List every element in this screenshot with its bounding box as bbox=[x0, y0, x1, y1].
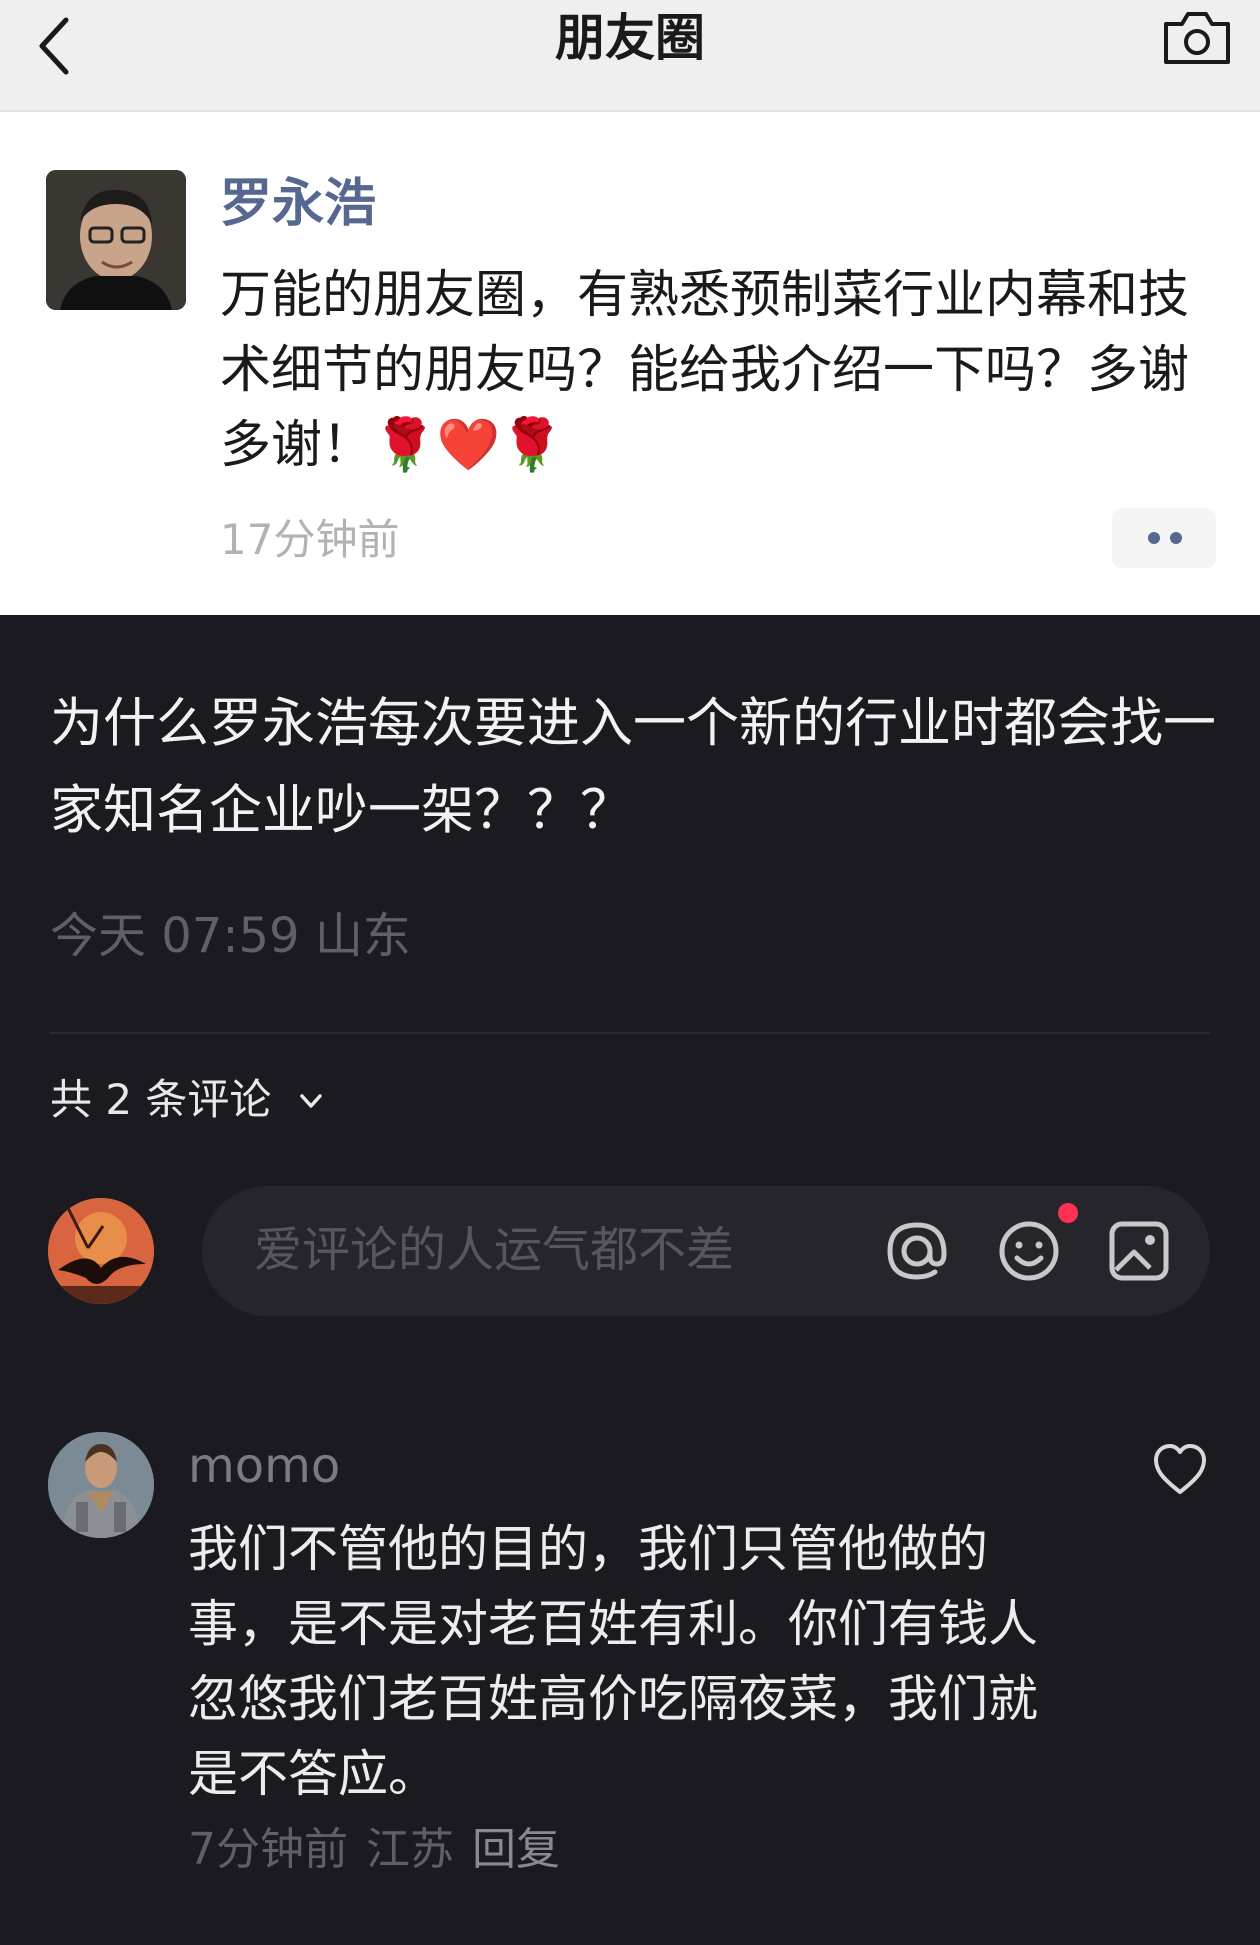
commenter-name[interactable]: momo bbox=[188, 1434, 340, 1498]
comment-input[interactable]: 爱评论的人运气都不差 bbox=[202, 1186, 1210, 1316]
comment-meta: 7分钟前 江苏 回复 bbox=[188, 1820, 560, 1880]
poster-avatar[interactable] bbox=[46, 170, 186, 310]
image-icon[interactable] bbox=[1104, 1216, 1174, 1286]
comment-text: 我们不管他的目的，我们只管他做的事，是不是对老百姓有利。你们有钱人忽悠我们老百姓… bbox=[188, 1520, 1038, 1803]
at-icon[interactable] bbox=[882, 1216, 952, 1286]
moments-nav-bar: 朋友圈 bbox=[0, 0, 1260, 112]
post-time: 17分钟前 bbox=[220, 515, 400, 564]
commenter-avatar[interactable] bbox=[48, 1432, 154, 1538]
smile-icon[interactable] bbox=[994, 1216, 1064, 1286]
more-dots-icon bbox=[1148, 532, 1160, 544]
question-meta: 今天 07:59 山东 bbox=[50, 908, 411, 964]
warrior-avatar-icon bbox=[48, 1432, 154, 1538]
bird-avatar-icon bbox=[48, 1198, 154, 1304]
moments-title: 朋友圈 bbox=[555, 9, 705, 67]
divider bbox=[50, 1032, 1210, 1034]
moments-screenshot: 朋友圈 罗永浩 万能的朋友圈，有熟悉预制菜行业内幕和技术细节的朋友吗？能给我介绍… bbox=[0, 0, 1260, 615]
question-text: 为什么罗永浩每次要进入一个新的行业时都会找一家知名企业吵一架？？？ bbox=[50, 693, 1216, 841]
reply-button[interactable]: 回复 bbox=[472, 1824, 560, 1875]
comment-count[interactable]: 共 2 条评论 bbox=[50, 1070, 271, 1130]
notification-dot bbox=[1058, 1203, 1078, 1223]
comment-input-placeholder: 爱评论的人运气都不差 bbox=[254, 1222, 735, 1278]
more-dots-icon bbox=[1170, 532, 1182, 544]
camera-icon[interactable] bbox=[1160, 8, 1234, 68]
post-text: 万能的朋友圈，有熟悉预制菜行业内幕和技术细节的朋友吗？能给我介绍一下吗？多谢多谢… bbox=[220, 266, 1190, 475]
comment-location: 江苏 bbox=[366, 1824, 454, 1875]
chevron-down-icon[interactable] bbox=[296, 1086, 326, 1116]
person-photo-icon bbox=[46, 170, 186, 310]
more-button[interactable] bbox=[1112, 508, 1216, 568]
my-avatar[interactable] bbox=[48, 1198, 154, 1304]
heart-icon[interactable] bbox=[1150, 1440, 1210, 1500]
poster-name[interactable]: 罗永浩 bbox=[220, 172, 376, 236]
comment-time: 7分钟前 bbox=[188, 1824, 348, 1875]
